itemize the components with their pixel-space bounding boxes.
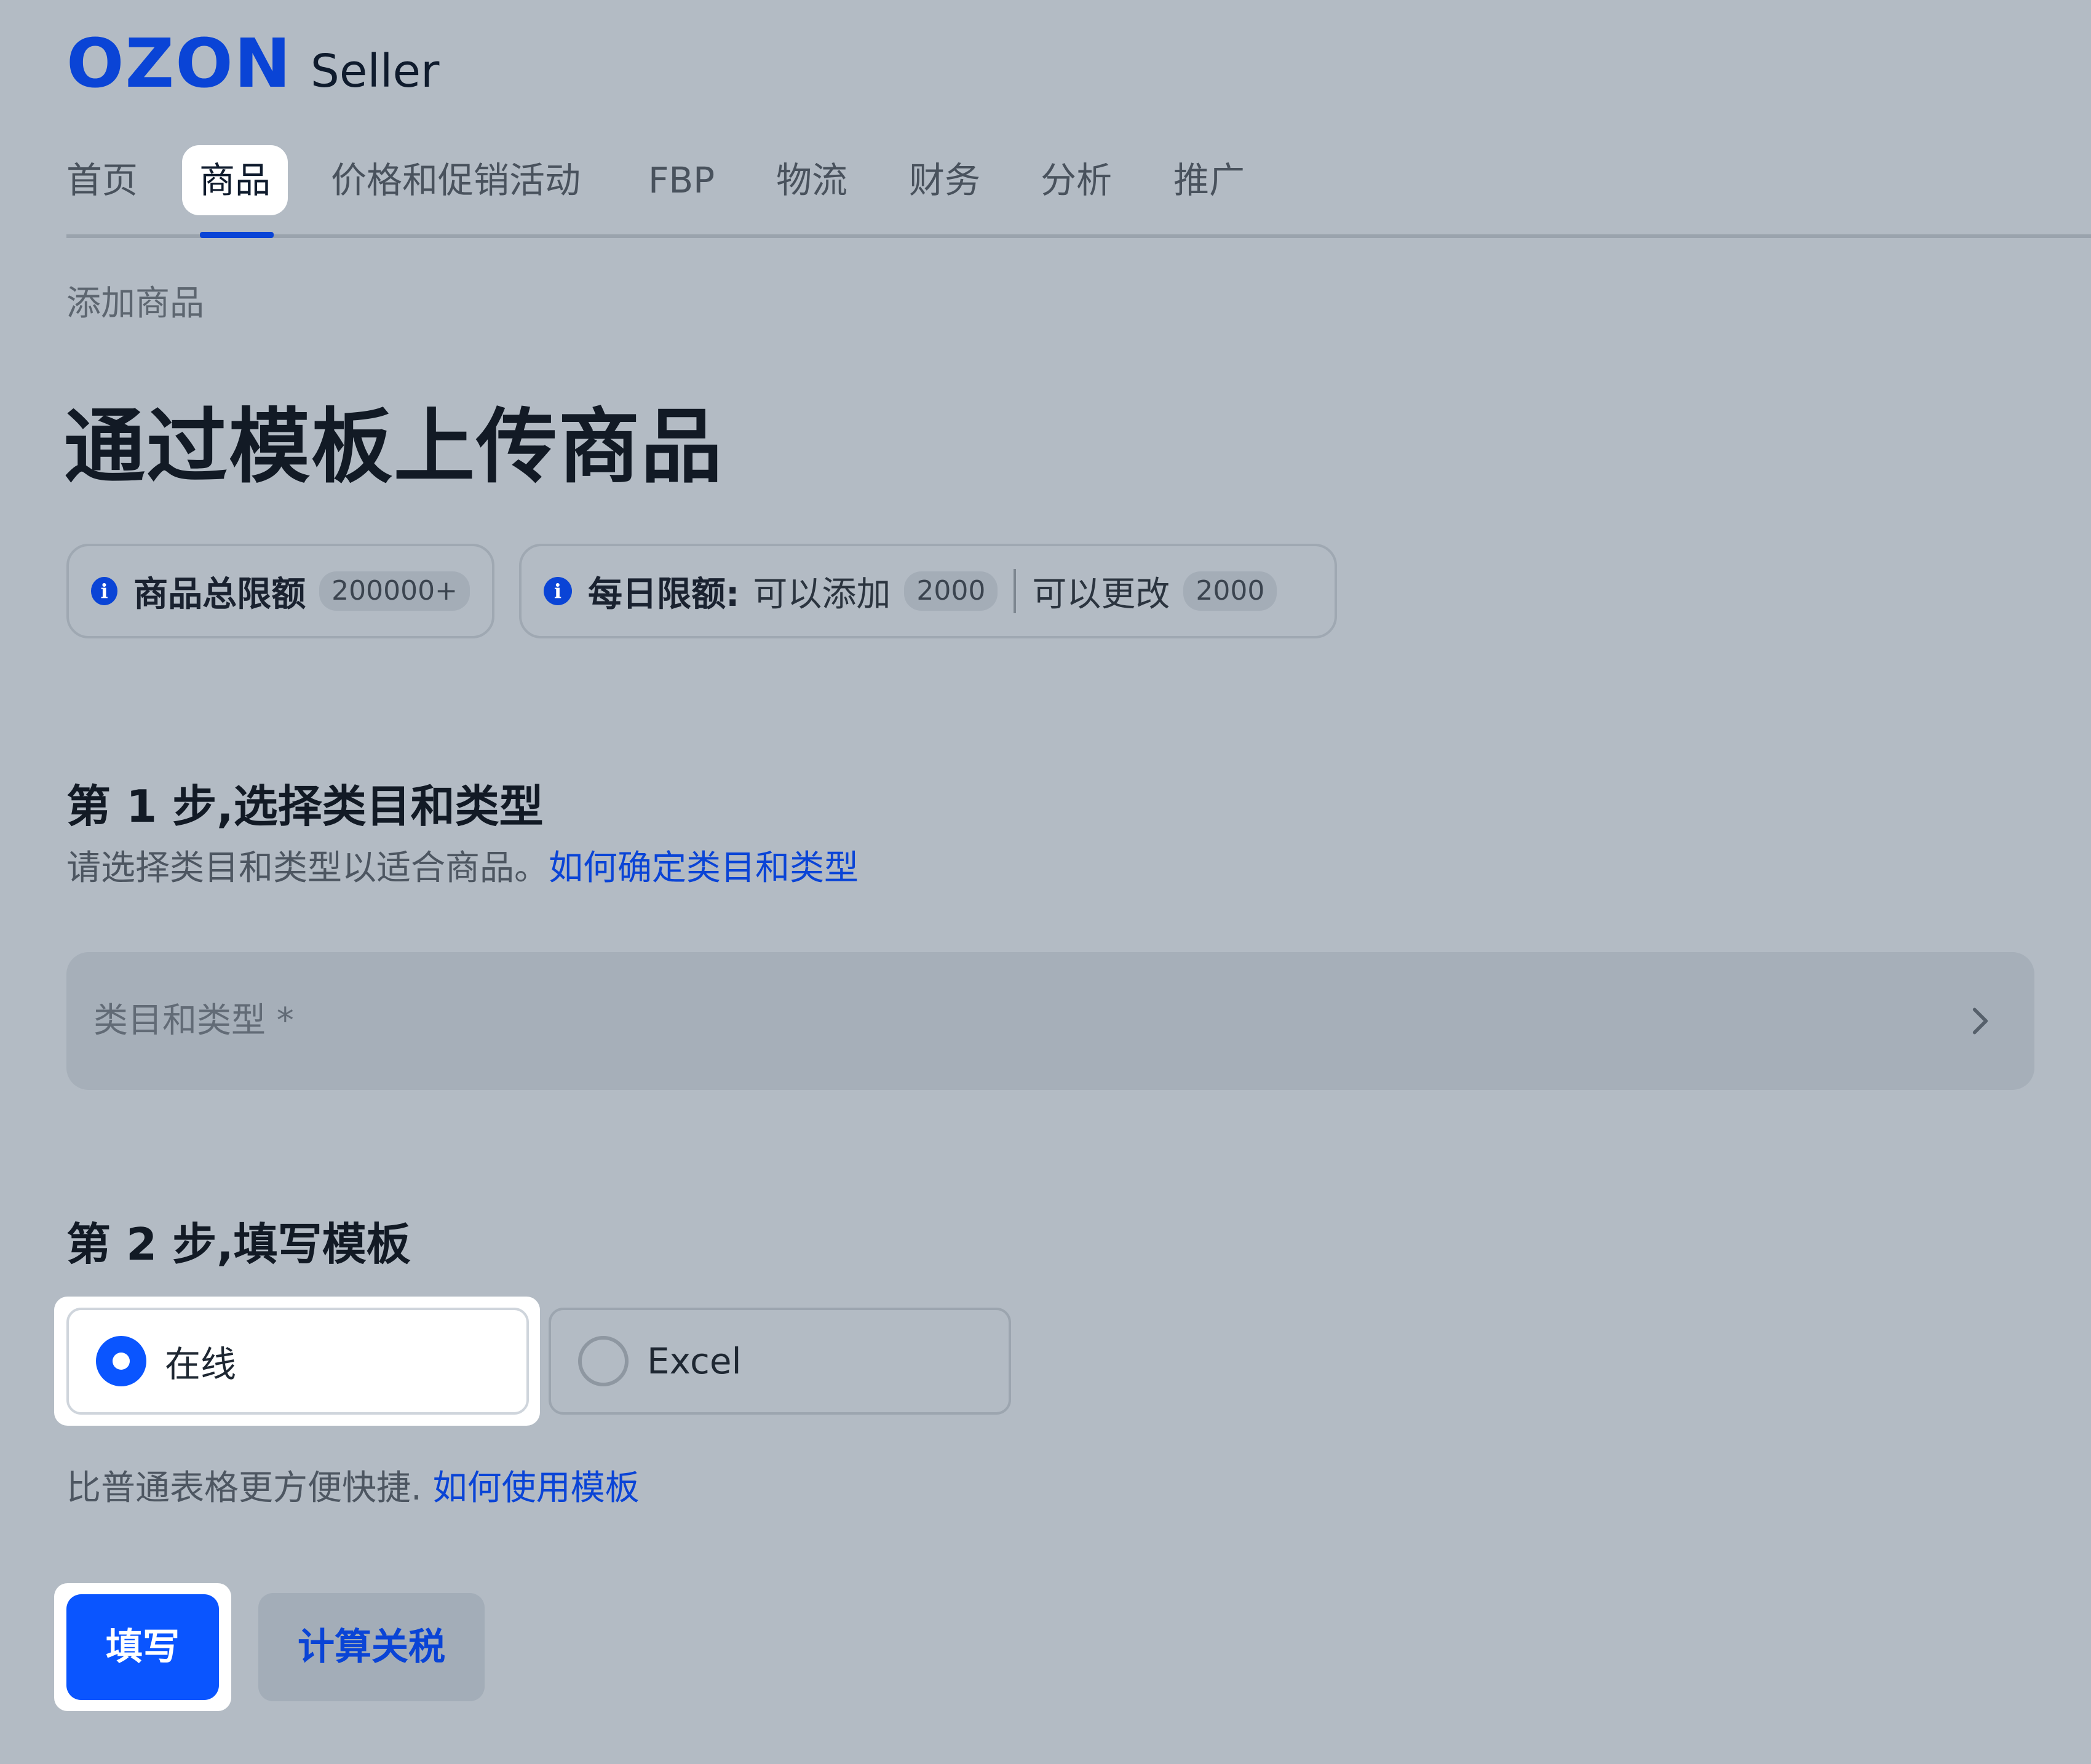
nav-item-products[interactable]: 商品 xyxy=(182,145,288,215)
daily-add-label: 可以添加 xyxy=(753,574,891,614)
step2-description-text: 比普通表格更方便快捷. xyxy=(66,1468,422,1508)
calculate-duty-button[interactable]: 计算关税 xyxy=(258,1593,485,1701)
page-title: 通过模板上传商品 xyxy=(64,400,723,495)
radio-excel[interactable]: Excel xyxy=(549,1308,1011,1415)
chevron-right-icon xyxy=(1972,1007,1988,1035)
logo-brand: OZON xyxy=(66,24,292,103)
step1-description-text: 请选择类目和类型以适合商品。 xyxy=(66,848,549,888)
logo-product: Seller xyxy=(310,45,440,98)
radio-excel-label: Excel xyxy=(647,1340,742,1382)
daily-edit-badge: 2000 xyxy=(1183,571,1277,611)
step2-title: 第 2 步,填写模板 xyxy=(66,1218,411,1270)
radio-selected-icon xyxy=(96,1336,146,1386)
fill-button[interactable]: 填写 xyxy=(66,1594,219,1700)
radio-online-label: 在线 xyxy=(165,1343,237,1385)
category-type-placeholder: 类目和类型 * xyxy=(93,1001,294,1041)
daily-limit-chip[interactable]: i 每日限额: 可以添加 2000 可以更改 2000 xyxy=(519,544,1337,638)
info-icon: i xyxy=(91,577,118,605)
step1-help-link[interactable]: 如何确定类目和类型 xyxy=(549,848,859,888)
nav-divider xyxy=(66,234,2091,238)
main-nav: 首页 商品 价格和促销活动 FBP 物流 财务 分析 推广 xyxy=(66,145,2091,237)
daily-add-badge: 2000 xyxy=(904,571,998,611)
total-limit-badge: 200000+ xyxy=(319,571,470,611)
total-limit-chip[interactable]: i 商品总限额 200000+ xyxy=(66,544,494,638)
category-type-selector[interactable]: 类目和类型 * xyxy=(66,952,2034,1090)
nav-item-fbp[interactable]: FBP xyxy=(648,145,715,215)
chip-divider xyxy=(1014,569,1017,613)
step1-title: 第 1 步,选择类目和类型 xyxy=(66,781,544,832)
total-limit-label: 商品总限额 xyxy=(133,574,306,614)
nav-item-logistics[interactable]: 物流 xyxy=(776,145,847,215)
nav-item-analytics[interactable]: 分析 xyxy=(1041,145,1112,215)
daily-limit-label: 每日限额: xyxy=(588,574,740,614)
info-icon: i xyxy=(544,577,572,605)
breadcrumb[interactable]: 添加商品 xyxy=(66,276,204,325)
radio-online[interactable]: 在线 xyxy=(66,1308,529,1415)
nav-item-home[interactable]: 首页 xyxy=(66,145,138,215)
radio-unselected-icon xyxy=(578,1336,629,1386)
daily-edit-label: 可以更改 xyxy=(1032,574,1170,614)
step2-description: 比普通表格更方便快捷. 如何使用模板 xyxy=(66,1460,640,1510)
nav-active-indicator xyxy=(200,232,274,238)
ozon-seller-logo[interactable]: OZON Seller xyxy=(66,30,439,97)
step1-description: 请选择类目和类型以适合商品。如何确定类目和类型 xyxy=(66,840,859,890)
nav-item-promotion[interactable]: 推广 xyxy=(1173,145,1245,215)
nav-item-pricing-promotions[interactable]: 价格和促销活动 xyxy=(331,145,581,215)
step2-help-link[interactable]: 如何使用模板 xyxy=(433,1468,640,1508)
nav-item-finance[interactable]: 财务 xyxy=(909,145,980,215)
